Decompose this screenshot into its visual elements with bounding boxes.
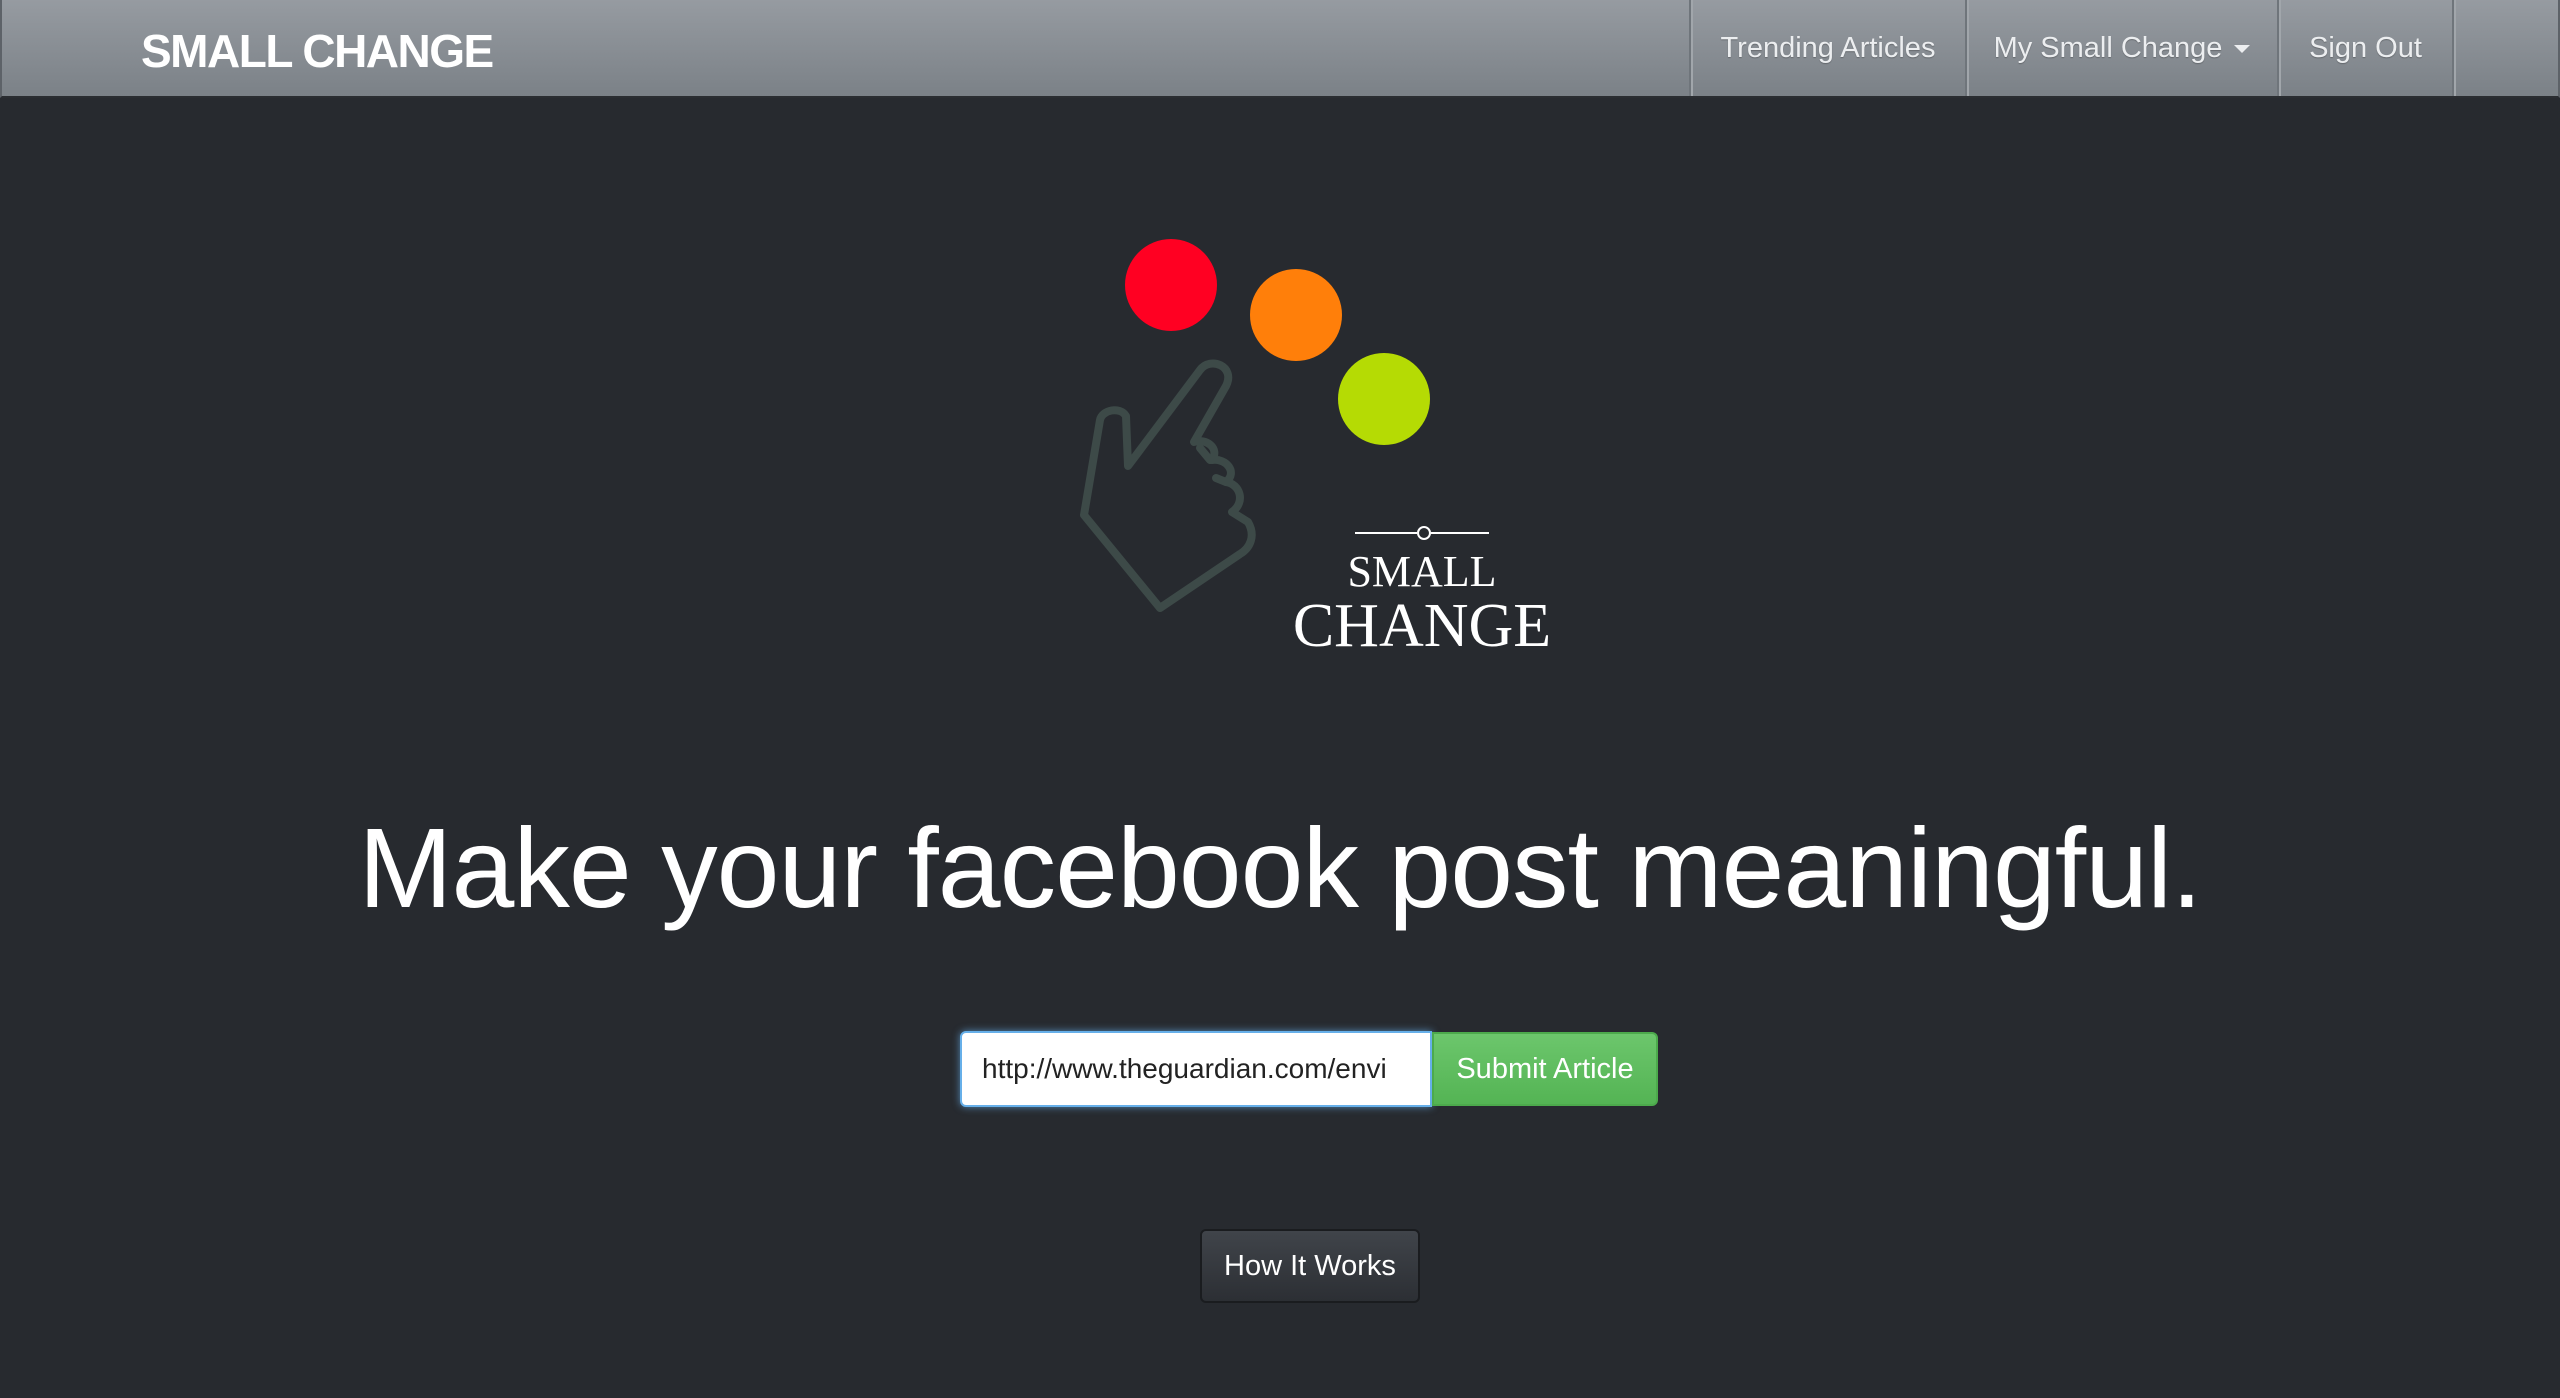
nav-sign-out-label: Sign Out (2309, 31, 2422, 64)
logo-dot-red (1125, 239, 1217, 331)
submit-article-button[interactable]: Submit Article (1432, 1032, 1658, 1106)
nav-my-small-change-label: My Small Change (1993, 31, 2223, 64)
logo-ornament (1355, 526, 1489, 540)
nav-trending-label: Trending Articles (1720, 31, 1936, 64)
nav-menu: Trending Articles My Small Change Sign O… (1689, 0, 2560, 96)
pointing-hand-icon (1080, 359, 1256, 612)
top-navbar: SMALL CHANGE Trending Articles My Small … (0, 0, 2560, 98)
logo-dot-green (1338, 353, 1430, 445)
nav-my-small-change-dropdown[interactable]: My Small Change (1965, 0, 2277, 96)
logo-text-small: SMALL (1347, 547, 1496, 596)
how-it-works-button[interactable]: How It Works (1200, 1229, 1420, 1303)
brand-link[interactable]: SMALL CHANGE (141, 24, 494, 78)
nav-trending-articles[interactable]: Trending Articles (1689, 0, 1965, 96)
small-change-logo: SMALL CHANGE (1080, 239, 1551, 660)
logo-text-change: CHANGE (1293, 592, 1551, 660)
logo-dot-orange (1250, 269, 1342, 361)
article-url-input[interactable] (960, 1031, 1432, 1107)
hero-headline: Make your facebook post meaningful. (358, 805, 2202, 931)
nav-sign-out[interactable]: Sign Out (2277, 0, 2452, 96)
nav-divider-spacer (2452, 0, 2560, 96)
caret-down-icon (2234, 45, 2251, 53)
